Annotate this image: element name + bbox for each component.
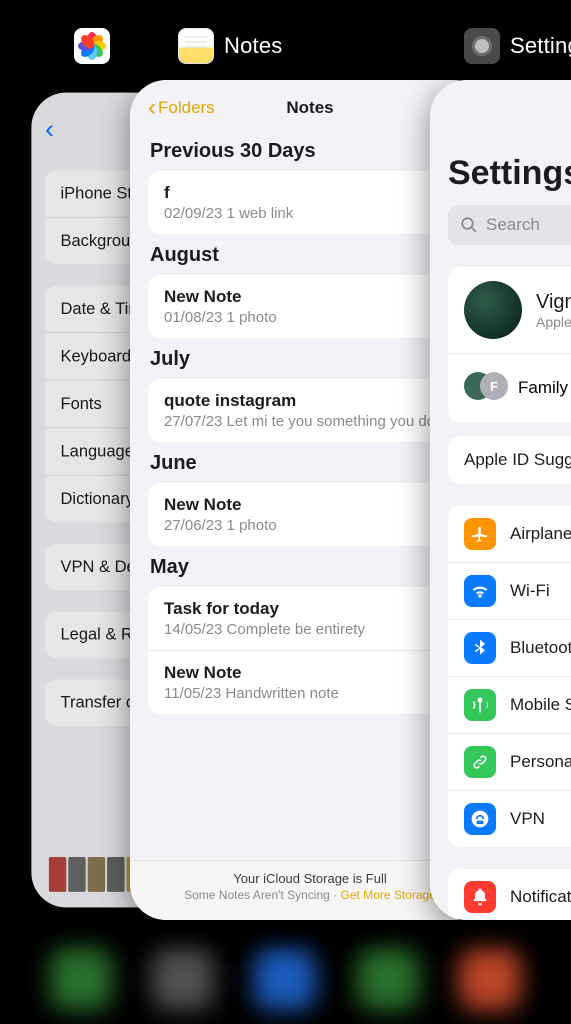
switcher-card-settings[interactable]: Settings Search Vignesh Apple ID, iCloud… [430,80,571,920]
antenna-icon [464,689,496,721]
settings-row-antenna[interactable]: Mobile Service [448,677,571,734]
app-chip-settings[interactable]: Settings [464,28,571,64]
settings-row-label: Bluetooth [510,638,571,658]
note-title: New Note [164,663,456,683]
chevron-left-icon: ‹ [148,96,156,120]
page-title: Settings [448,154,571,193]
note-row[interactable]: New Note 01/08/23 1 photo [148,275,472,338]
note-subtitle: 14/05/23 Complete be entirety [164,621,456,638]
settings-row-label: Notifications [510,887,571,907]
photos-icon [74,28,110,64]
footer-text: Some Notes Aren't Syncing · [184,888,340,902]
settings-row-label: Personal Hotspot [510,752,571,772]
settings-row-airplane[interactable]: Airplane Mode [448,506,571,563]
settings-row-label: Airplane Mode [510,524,571,544]
settings-row-bluetooth[interactable]: Bluetooth [448,620,571,677]
apple-id-row[interactable]: Vignesh Apple ID, iCloud+, Media [448,267,571,354]
app-switcher-header: Notes Settings [0,24,571,68]
settings-row-link[interactable]: Personal Hotspot [448,734,571,791]
settings-list-connectivity: Airplane Mode Wi-Fi Bluetooth Mobile Servic… [448,506,571,847]
app-chip-label: Settings [510,33,571,59]
note-title: New Note [164,495,456,515]
note-row[interactable]: f 02/09/23 1 web link [148,171,472,234]
note-title: New Note [164,287,456,307]
note-subtitle: 02/09/23 1 web link [164,205,456,222]
dock-app [50,948,112,1010]
note-group: New Note 27/06/23 1 photo [148,483,472,546]
dock-blur [0,934,571,1024]
note-title: f [164,183,456,203]
note-group: Task for today 14/05/23 Complete be entir… [148,587,472,714]
note-subtitle: 27/06/23 1 photo [164,517,456,534]
settings-row-label: Wi-Fi [510,581,550,601]
family-label: Family [518,378,568,398]
bluetooth-icon [464,632,496,664]
back-chevron-icon[interactable]: ‹ [45,114,54,145]
dock-app [254,948,316,1010]
search-placeholder: Search [486,215,540,235]
search-icon [460,216,478,234]
settings-row-bell[interactable]: Notifications [448,869,571,920]
note-subtitle: 27/07/23 Let mi te you something you don [164,413,456,430]
note-row[interactable]: New Note 27/06/23 1 photo [148,483,472,546]
app-chip-photos[interactable] [74,28,110,64]
section-header: June [150,452,472,475]
family-row[interactable]: F Family [448,354,571,422]
note-group: f 02/09/23 1 web link [148,171,472,234]
app-chip-label: Notes [224,33,282,59]
note-group: New Note 01/08/23 1 photo [148,275,472,338]
settings-list-alerts: NotificationsSounds & HapticsFocus [448,869,571,920]
note-group: quote instagram 27/07/23 Let mi te you so… [148,379,472,442]
dock-app [152,948,214,1010]
get-more-storage-link[interactable]: Get More Storage [340,888,435,902]
section-header: Previous 30 Days [150,140,472,163]
search-input[interactable]: Search [448,205,571,245]
dock-app [357,948,419,1010]
note-subtitle: 01/08/23 1 photo [164,309,456,326]
family-avatars: F [464,368,504,408]
wifi-icon [464,575,496,607]
settings-row-wifi[interactable]: Wi-Fi [448,563,571,620]
settings-row-label: VPN [510,809,545,829]
note-title: Task for today [164,599,456,619]
dock-app [459,948,521,1010]
apple-id-suggestions-row[interactable]: Apple ID Suggestions [448,436,571,484]
profile-sub: Apple ID, iCloud+, Media [536,314,571,330]
settings-row-label: Mobile Service [510,695,571,715]
app-chip-notes[interactable]: Notes [178,28,282,64]
profile-name: Vignesh [536,291,571,314]
section-header: August [150,244,472,267]
note-title: quote instagram [164,391,456,411]
back-label: Folders [158,98,215,118]
settings-row-vpn[interactable]: VPN [448,791,571,847]
vpn-icon [464,803,496,835]
bell-icon [464,881,496,913]
note-row[interactable]: New Note 11/05/23 Handwritten note [148,651,472,714]
airplane-icon [464,518,496,550]
avatar [464,281,522,339]
settings-icon [464,28,500,64]
section-header: July [150,348,472,371]
note-row[interactable]: Task for today 14/05/23 Complete be entir… [148,587,472,651]
notes-icon [178,28,214,64]
link-icon [464,746,496,778]
apple-id-block: Vignesh Apple ID, iCloud+, Media F Famil… [448,267,571,422]
note-subtitle: 11/05/23 Handwritten note [164,685,456,702]
back-button[interactable]: ‹ Folders [148,96,215,120]
note-row[interactable]: quote instagram 27/07/23 Let mi te you so… [148,379,472,442]
section-header: May [150,556,472,579]
